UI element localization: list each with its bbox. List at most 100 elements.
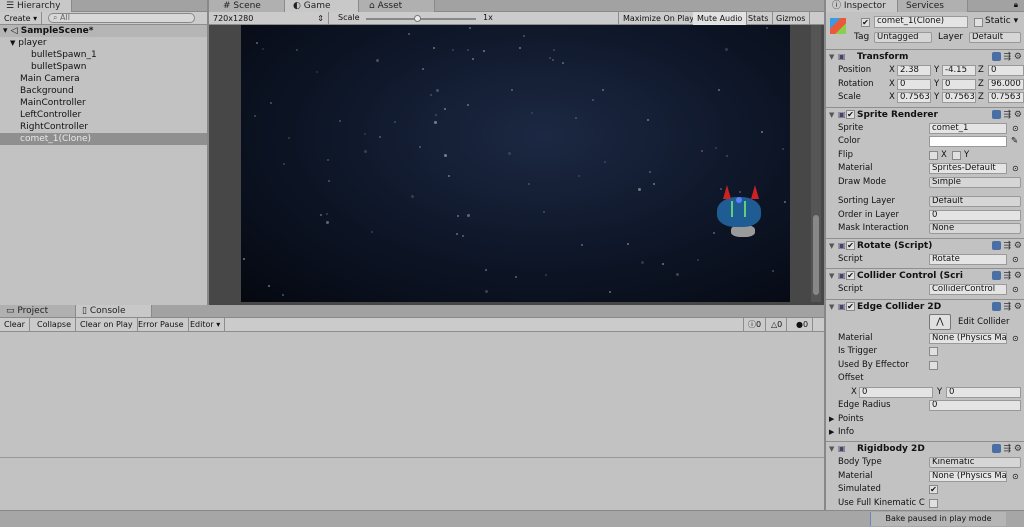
offset-y-input[interactable]: 0 xyxy=(946,386,1021,398)
warning-toggle[interactable]: △0 xyxy=(767,318,788,331)
simulated-checkbox[interactable]: ✔ xyxy=(929,485,938,494)
full-kinematic-checkbox[interactable] xyxy=(929,498,938,508)
enabled-checkbox[interactable]: ✔ xyxy=(846,240,855,250)
game-scrollbar[interactable] xyxy=(811,25,821,302)
static-dropdown[interactable]: Static ▾ xyxy=(985,16,1018,26)
order-in-layer-input[interactable]: 0 xyxy=(929,209,1021,221)
tab-scene[interactable]: # Scene xyxy=(209,0,285,12)
tab-console[interactable]: ▯ Console xyxy=(76,305,152,317)
object-picker-icon[interactable]: ⊙ xyxy=(1012,122,1019,135)
hierarchy-item[interactable]: Background xyxy=(0,85,207,97)
error-toggle[interactable]: ●0 xyxy=(792,318,814,331)
color-field[interactable] xyxy=(929,136,1007,147)
preset-icon[interactable]: ⇶ xyxy=(1004,444,1012,454)
gizmos-button[interactable]: Gizmos xyxy=(772,12,811,25)
tab-hierarchy[interactable]: ☰ Hierarchy xyxy=(0,0,72,12)
component-header[interactable]: ▼ ▣ ✔ Edge Collider 2D ⇶ ⚙ xyxy=(826,298,1024,314)
error-pause-button[interactable]: Error Pause xyxy=(134,318,189,331)
layer-dropdown[interactable]: Default xyxy=(969,32,1021,43)
editor-dropdown[interactable]: Editor ▾ xyxy=(186,318,226,331)
scale-slider[interactable] xyxy=(366,15,476,22)
sprite-field[interactable]: comet_1 xyxy=(929,122,1007,134)
sorting-layer-dropdown[interactable]: Default xyxy=(929,196,1021,207)
collapse-button[interactable]: Collapse xyxy=(33,318,76,331)
enabled-checkbox[interactable]: ✔ xyxy=(846,271,855,280)
tab-project[interactable]: ▭ Project xyxy=(0,305,76,317)
help-icon[interactable] xyxy=(991,301,1001,311)
gear-icon[interactable]: ⚙ xyxy=(1014,241,1022,251)
stats-button[interactable]: Stats xyxy=(744,12,774,25)
hierarchy-item[interactable]: Main Camera xyxy=(0,73,207,85)
info-foldout[interactable]: ▶ Info xyxy=(826,426,1024,439)
hierarchy-item[interactable]: ▼ player xyxy=(0,37,207,49)
component-header[interactable]: ▼ ▣ ✔ Collider Control (Scri ⇶ ⚙ xyxy=(826,268,1024,282)
hierarchy-item[interactable]: RightController xyxy=(0,121,207,133)
scale-x-input[interactable]: 0.7563 xyxy=(897,92,931,103)
enabled-checkbox[interactable]: ✔ xyxy=(846,109,855,119)
foldout-arrow-icon[interactable]: ▼ xyxy=(829,108,834,122)
gear-icon[interactable]: ⚙ xyxy=(1014,271,1022,281)
body-type-dropdown[interactable]: Kinematic xyxy=(929,457,1021,468)
position-z-input[interactable]: 0 xyxy=(988,65,1024,76)
help-icon[interactable] xyxy=(991,444,1001,453)
scale-y-input[interactable]: 0.7563 xyxy=(942,92,976,103)
gear-icon[interactable]: ⚙ xyxy=(1014,110,1022,120)
clear-button[interactable]: Clear xyxy=(0,318,30,331)
position-x-input[interactable]: 2.38 xyxy=(897,65,931,76)
create-button[interactable]: Create ▾ xyxy=(0,12,43,25)
flip-y-checkbox[interactable] xyxy=(952,150,961,160)
object-name-input[interactable]: comet_1(Clone) xyxy=(874,16,968,28)
object-picker-icon[interactable]: ⊙ xyxy=(1012,332,1019,345)
foldout-arrow-icon[interactable]: ▶ xyxy=(829,413,834,426)
tab-asset-store[interactable]: ⌂ Asset Store xyxy=(359,0,435,23)
draw-mode-dropdown[interactable]: Simple xyxy=(929,176,1021,188)
help-icon[interactable] xyxy=(991,271,1001,280)
preset-icon[interactable]: ⇶ xyxy=(1004,271,1012,281)
help-icon[interactable] xyxy=(991,240,1001,250)
preset-icon[interactable]: ⇶ xyxy=(1004,110,1012,120)
static-checkbox[interactable] xyxy=(974,18,983,27)
lock-icon[interactable]: 🔒︎ xyxy=(1014,0,1018,10)
component-header[interactable]: ▼ ▣ Rigidbody 2D ⇶ ⚙ xyxy=(826,441,1024,455)
gear-icon[interactable]: ⚙ xyxy=(1014,52,1022,62)
tab-services[interactable]: Services xyxy=(898,0,968,12)
script-field[interactable]: Rotate xyxy=(929,253,1007,265)
rotation-x-input[interactable]: 0 xyxy=(897,78,931,90)
clear-on-play-button[interactable]: Clear on Play xyxy=(76,318,138,331)
rotation-z-input[interactable]: 96.000 xyxy=(988,78,1024,90)
gear-icon[interactable]: ⚙ xyxy=(1014,302,1022,312)
foldout-arrow-icon[interactable]: ▼ xyxy=(829,442,834,456)
eyedropper-icon[interactable]: ✎ xyxy=(1011,135,1018,148)
material-field[interactable]: Sprites-Default xyxy=(929,163,1007,174)
tab-game[interactable]: ◐ Game xyxy=(285,0,359,12)
search-input[interactable]: ⌕ All xyxy=(48,13,195,23)
physics-material-field[interactable]: None (Physics Ma xyxy=(929,470,1007,482)
active-checkbox[interactable]: ✔ xyxy=(861,18,870,27)
is-trigger-checkbox[interactable] xyxy=(929,347,938,356)
script-field[interactable]: ColliderControl xyxy=(929,284,1007,295)
rotation-y-input[interactable]: 0 xyxy=(942,78,976,90)
foldout-arrow-icon[interactable]: ▼ xyxy=(829,300,834,314)
physics-material-field[interactable]: None (Physics Ma xyxy=(929,332,1007,344)
points-foldout[interactable]: ▶ Points xyxy=(826,413,1024,426)
maximize-on-play-button[interactable]: Maximize On Play xyxy=(618,12,700,25)
info-toggle[interactable]: ⓘ0 xyxy=(743,318,767,331)
component-header[interactable]: ▼ ▣ ✔ Rotate (Script) ⇶ ⚙ xyxy=(826,237,1024,252)
scale-z-input[interactable]: 0.7563 xyxy=(988,92,1024,103)
foldout-arrow-icon[interactable]: ▶ xyxy=(829,426,834,439)
edge-radius-input[interactable]: 0 xyxy=(929,400,1021,411)
hierarchy-item[interactable]: LeftController xyxy=(0,109,207,121)
offset-x-input[interactable]: 0 xyxy=(859,386,933,398)
position-y-input[interactable]: -4.15 xyxy=(942,65,976,76)
resolution-dropdown[interactable]: 720x1280 ⇕ xyxy=(209,12,329,25)
object-picker-icon[interactable]: ⊙ xyxy=(1012,283,1019,296)
help-icon[interactable] xyxy=(991,52,1001,61)
help-icon[interactable] xyxy=(991,109,1001,119)
game-view[interactable] xyxy=(241,25,790,302)
object-picker-icon[interactable]: ⊙ xyxy=(1012,253,1019,266)
component-header[interactable]: ▼ ▣ ✔ Sprite Renderer ⇶ ⚙ xyxy=(826,106,1024,122)
scene-row[interactable]: ▾ ◁ SampleScene* xyxy=(0,25,207,37)
hierarchy-item[interactable]: bulletSpawn_1 xyxy=(0,49,207,61)
gear-icon[interactable]: ⚙ xyxy=(1014,444,1022,454)
tag-dropdown[interactable]: Untagged xyxy=(874,32,932,43)
